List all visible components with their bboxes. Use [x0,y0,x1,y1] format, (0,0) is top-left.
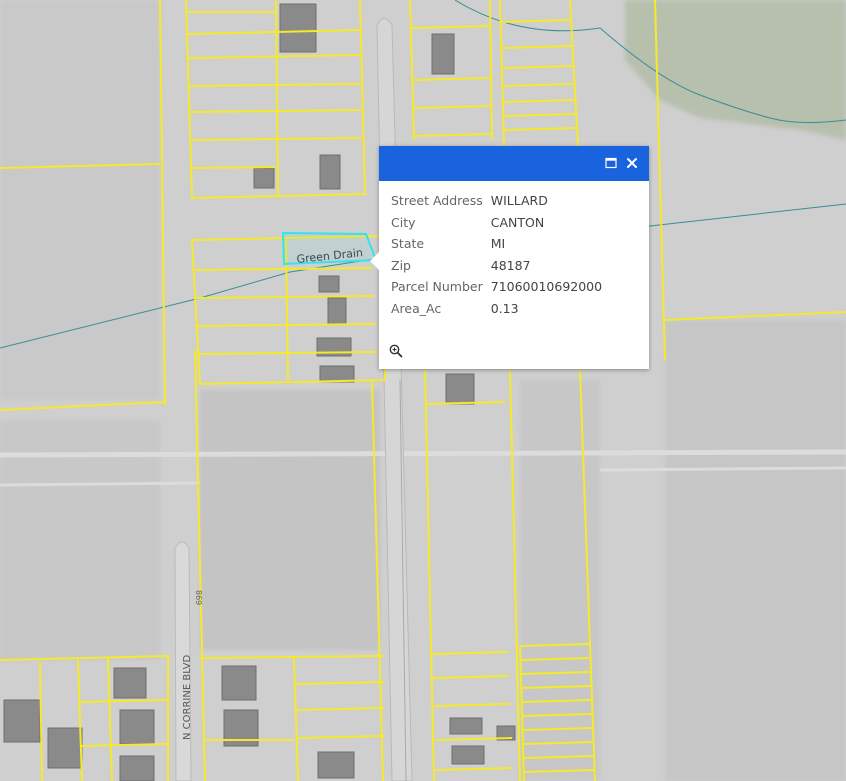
attribute-value: 71060010692000 [490,279,603,295]
popup-header [379,146,649,181]
attribute-key: State [391,236,425,252]
attribute-key: Zip [391,257,411,273]
road-label: N CORRINE BLVD [182,654,193,740]
attribute-table: Street Address WILLARD City CANTON State MI… [387,190,606,319]
attribute-value: WILLARD [490,193,548,209]
maximize-icon[interactable] [603,155,619,171]
attribute-row: City CANTON [387,212,606,234]
road-number-label: 869 [194,590,203,605]
attribute-value: CANTON [490,214,545,230]
close-icon[interactable] [624,155,640,171]
info-popup: Street Address WILLARD City CANTON State MI… [370,146,649,369]
map-view[interactable]: Green Drain N CORRINE BLVD 869 [0,0,846,781]
attribute-value: 0.13 [490,300,519,316]
attribute-value: MI [490,236,506,252]
attribute-row: Area_Ac 0.13 [387,298,606,320]
attribute-row: State MI [387,233,606,255]
attribute-key: City [391,214,416,230]
popup-pointer [370,252,379,270]
attribute-row: Parcel Number 71060010692000 [387,276,606,298]
attribute-row: Zip 48187 [387,255,606,277]
attribute-key: Street Address [391,193,483,209]
attribute-key: Parcel Number [391,279,483,295]
attribute-value: 48187 [490,257,531,273]
attribute-row: Street Address WILLARD [387,190,606,212]
attribute-key: Area_Ac [391,300,442,316]
zoom-to-icon[interactable] [388,343,404,359]
